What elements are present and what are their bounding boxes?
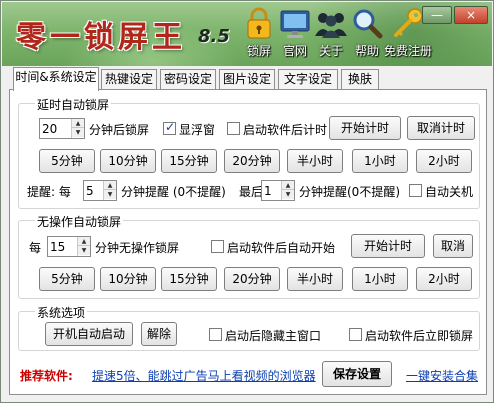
stepper-arrows[interactable]: ▲ ▼ [71,119,84,138]
auto-shutdown-checkbox[interactable] [409,184,422,197]
idle-preset-button[interactable]: 1小时 [352,267,408,291]
key-icon [394,8,423,37]
remind-last-stepper[interactable]: ▲▼ [261,180,295,201]
show-float-checkbox[interactable] [163,120,176,135]
timed-preset-button[interactable]: 半小时 [287,149,343,173]
start-timer-button[interactable]: 开始计时 [329,116,401,140]
recommend-link[interactable]: 提速5倍、能跳过广告马上看视频的浏览器 [92,367,316,384]
timed-preset-button[interactable]: 1小时 [352,149,408,173]
idle-minutes-stepper[interactable]: ▲▼ [47,236,91,257]
spin-down-icon[interactable]: ▼ [78,246,90,255]
tab-hotkey[interactable]: 热键设定 [101,69,157,90]
idle-preset-button[interactable]: 15分钟 [161,267,217,291]
lock-screen-label: 锁屏 [246,44,271,58]
padlock-icon [247,7,271,39]
lock-immediately-label: 启动软件后立即锁屏 [365,329,474,343]
spin-down-icon[interactable]: ▼ [104,190,116,199]
website-button[interactable]: 官网 [276,6,314,64]
spin-down-icon[interactable]: ▼ [72,128,84,137]
remind-every-input[interactable] [86,183,102,198]
lock-immediately-checkbox[interactable] [349,328,362,341]
website-label: 官网 [282,44,307,58]
tab-text[interactable]: 文字设定 [278,69,338,90]
idle-start-timer-button[interactable]: 开始计时 [351,234,425,258]
timer-on-start-checkbox[interactable] [227,122,240,135]
register-label: 免费注册 [384,44,433,58]
remind-every-stepper[interactable]: ▲▼ [83,180,117,201]
idle-preset-button[interactable]: 2小时 [416,267,472,291]
tab-time-system[interactable]: 时间&系统设定 [13,67,99,91]
remind-last-input[interactable] [264,183,280,198]
idle-minutes-suffix: 分钟无操作锁屏 [95,241,180,255]
timed-preset-button[interactable]: 15分钟 [161,149,217,173]
spin-up-icon[interactable]: ▲ [282,181,294,190]
stepper-arrows[interactable]: ▲ ▼ [103,181,116,200]
remind-last-suffix: 分钟提醒(0不提醒) [299,185,400,199]
timed-minutes-suffix: 分钟后锁屏 [89,123,150,137]
hide-main-window-label: 启动后隐藏主窗口 [225,329,322,343]
show-float-label: 显浮窗 [179,123,216,137]
idle-preset-button[interactable]: 10分钟 [100,267,156,291]
idle-preset-button[interactable]: 半小时 [287,267,343,291]
stepper-arrows[interactable]: ▲ ▼ [281,181,294,200]
idle-preset-button[interactable]: 20分钟 [224,267,280,291]
timed-lock-group: 延时自动锁屏 ▲▼ 分钟后锁屏 显浮窗 启动软件后计时 开始计时 取消计时 5分… [18,96,480,209]
autostart-button[interactable]: 开机自动启动 [45,322,133,346]
monitor-icon [280,10,310,38]
install-bundle-link[interactable]: 一键安装合集 [406,367,478,384]
close-button[interactable]: × [454,6,488,24]
about-label: 关于 [318,44,343,58]
spin-up-icon[interactable]: ▲ [78,237,90,246]
timed-preset-button[interactable]: 10分钟 [100,149,156,173]
remind-prefix: 提醒: 每 [27,185,71,199]
help-button[interactable]: 帮助 [348,6,386,64]
hide-main-window-checkbox[interactable] [209,328,222,341]
idle-cancel-button[interactable]: 取消 [433,234,473,258]
lock-screen-button[interactable]: 锁屏 [240,6,278,64]
spin-down-icon[interactable]: ▼ [282,190,294,199]
minimize-button[interactable]: — [422,6,452,24]
idle-prefix: 每 [29,241,42,255]
tab-skin[interactable]: 换肤 [341,69,379,90]
spin-up-icon[interactable]: ▲ [72,119,84,128]
about-button[interactable]: 关于 [312,6,350,64]
app-window: 零一锁屏王 8.5 锁屏 官网 关于 帮助 免费注册 — × 时间&系统设定 热… [0,0,494,403]
idle-preset-button[interactable]: 5分钟 [39,267,95,291]
timed-preset-button[interactable]: 20分钟 [224,149,280,173]
system-options-title: 系统选项 [35,304,88,321]
cancel-timer-button[interactable]: 取消计时 [407,116,475,140]
tab-password[interactable]: 密码设定 [160,69,216,90]
idle-minutes-input[interactable] [50,239,78,254]
timer-on-start-label: 启动软件后计时 [243,123,328,137]
remind-every-suffix: 分钟提醒 (0不提醒) [121,185,226,199]
system-options-group: 系统选项 开机自动启动 解除 启动后隐藏主窗口 启动软件后立即锁屏 [18,304,480,351]
idle-auto-start-checkbox[interactable] [211,240,224,253]
app-title: 零一锁屏王 [16,20,186,55]
remove-autostart-button[interactable]: 解除 [141,322,177,346]
help-label: 帮助 [354,44,379,58]
tab-image[interactable]: 图片设定 [219,69,275,90]
timed-preset-button[interactable]: 2小时 [416,149,472,173]
stepper-arrows[interactable]: ▲ ▼ [77,237,90,256]
magnifier-icon [353,9,383,39]
timed-preset-button[interactable]: 5分钟 [39,149,95,173]
save-settings-button[interactable]: 保存设置 [322,361,392,387]
timed-minutes-stepper[interactable]: ▲▼ [39,118,85,139]
idle-auto-start-label: 启动软件后自动开始 [227,241,336,255]
app-version: 8.5 [198,26,230,47]
idle-lock-title: 无操作自动锁屏 [35,213,124,230]
auto-shutdown-label: 自动关机 [425,185,474,199]
remind-last-prefix: 最后 [239,185,264,199]
header-banner: 零一锁屏王 8.5 锁屏 官网 关于 帮助 免费注册 — × [2,2,492,66]
idle-lock-group: 无操作自动锁屏 每 ▲▼ 分钟无操作锁屏 启动软件后自动开始 开始计时 取消 5… [18,213,480,299]
timed-lock-title: 延时自动锁屏 [35,96,112,113]
timed-minutes-input[interactable] [42,121,70,136]
people-icon [315,13,347,38]
spin-up-icon[interactable]: ▲ [104,181,116,190]
recommend-label: 推荐软件: [20,369,73,383]
settings-panel: 延时自动锁屏 ▲▼ 分钟后锁屏 显浮窗 启动软件后计时 开始计时 取消计时 5分… [9,89,487,395]
